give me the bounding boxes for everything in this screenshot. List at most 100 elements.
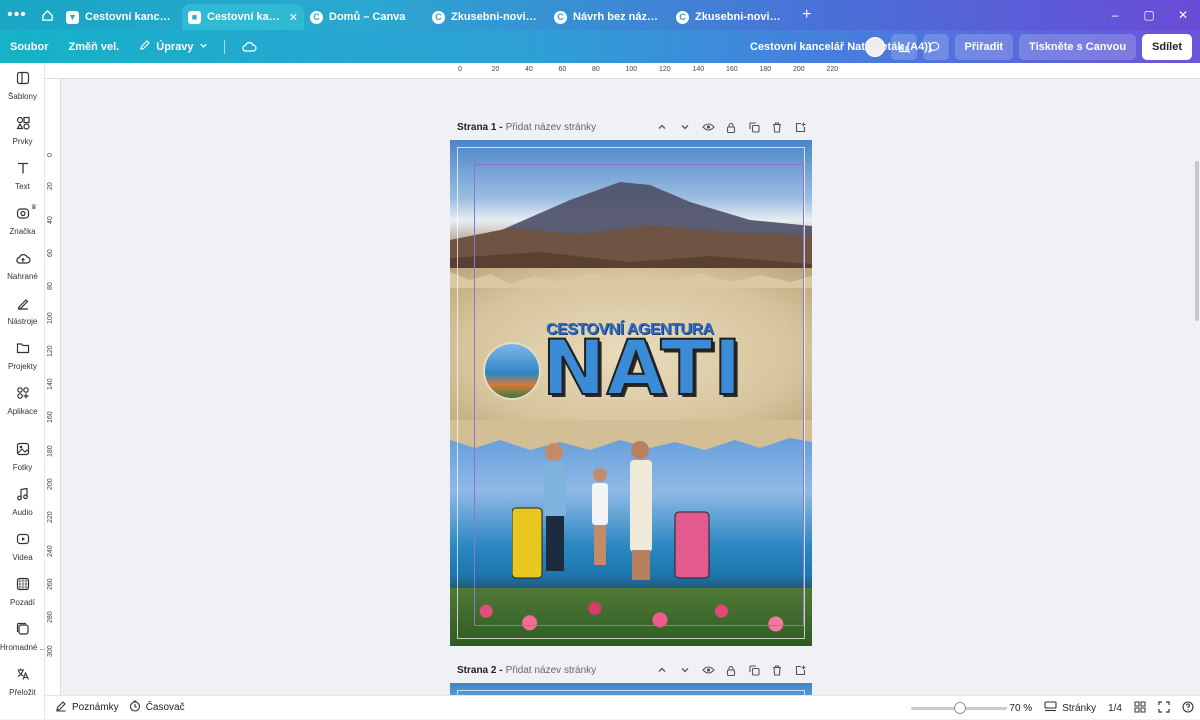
sidebar-item-videos[interactable]: Videa	[0, 524, 45, 569]
vertical-scrollbar[interactable]	[1194, 79, 1200, 695]
ruler-tick-label: 80	[592, 66, 600, 73]
tools-icon	[15, 295, 31, 311]
ruler-tick-label: 200	[793, 66, 805, 73]
ruler-tick-label: 180	[47, 445, 54, 457]
page-2-design[interactable]	[450, 683, 812, 695]
page-name-input[interactable]: Přidat název stránky	[506, 122, 597, 133]
ruler-tick-label: 160	[726, 66, 738, 73]
cloud-save-icon[interactable]	[231, 35, 267, 59]
brand-icon	[15, 205, 31, 221]
ruler-tick-label: 220	[826, 66, 839, 73]
zoom-level[interactable]: 70 %	[1009, 703, 1032, 714]
print-button[interactable]: Tiskněte s Canvou	[1019, 34, 1137, 60]
share-button[interactable]: Sdílet	[1142, 34, 1192, 60]
sidebar-item-background[interactable]: Pozadí	[0, 569, 45, 614]
assign-button[interactable]: Přiřadit	[954, 34, 1014, 60]
ruler-tick-label: 60	[47, 249, 54, 257]
duplicate-page-icon[interactable]	[747, 663, 761, 677]
sidebar-item-tools[interactable]: Nástroje	[0, 288, 45, 333]
ruler-tick-label: 40	[525, 66, 533, 73]
translate-icon	[15, 666, 31, 682]
left-sidebar: Šablony Prvky Text ♛ Značka Nahrané Nást…	[0, 63, 45, 719]
canva-favicon-icon: C	[310, 10, 323, 24]
scrollbar-thumb[interactable]	[1195, 161, 1199, 321]
browser-menu-icon[interactable]: •••	[0, 6, 34, 24]
notes-button[interactable]: Poznámky	[55, 700, 119, 715]
restore-button[interactable]: ▢	[1132, 0, 1166, 30]
ruler-tick-label: 140	[47, 378, 54, 391]
close-window-button[interactable]: ✕	[1166, 0, 1200, 30]
add-page-icon[interactable]	[793, 120, 807, 134]
sidebar-item-elements[interactable]: Prvky	[0, 108, 45, 153]
timer-button[interactable]: Časovač	[129, 700, 185, 715]
sidebar-item-templates[interactable]: Šablony	[0, 63, 45, 108]
ruler-tick-label: 280	[47, 611, 54, 624]
ruler-tick-label: 300	[47, 644, 54, 657]
bottom-right-group: 70 % Stránky 1/4	[1009, 696, 1194, 720]
avatar[interactable]	[864, 37, 885, 57]
sidebar-item-brand[interactable]: ♛ Značka	[0, 198, 45, 243]
page-1-header: Strana 1 - Přidat název stránky	[457, 117, 807, 137]
new-tab-button[interactable]: +	[802, 6, 811, 24]
timer-icon	[129, 700, 141, 715]
sidebar-item-photos[interactable]: Fotky	[0, 434, 45, 479]
page-tools	[655, 120, 807, 134]
delete-page-icon[interactable]	[770, 663, 784, 677]
home-icon[interactable]	[34, 4, 60, 26]
chevron-up-icon[interactable]	[655, 663, 669, 677]
grid-view-icon[interactable]	[1134, 701, 1146, 716]
chevron-down-icon	[199, 41, 208, 53]
browser-tab[interactable]: C Domů – Canva	[304, 4, 426, 30]
ruler-tick-label: 240	[47, 544, 54, 557]
fullscreen-icon[interactable]	[1158, 700, 1170, 716]
chevron-down-icon[interactable]	[678, 120, 692, 134]
lock-icon[interactable]	[724, 663, 738, 677]
text-icon	[15, 160, 31, 176]
browser-tab[interactable]: ▼ Cestovní kancelář N...	[60, 4, 182, 30]
hide-page-icon[interactable]	[701, 120, 715, 134]
projects-icon	[15, 340, 31, 356]
pages-button[interactable]: Stránky	[1044, 701, 1096, 715]
analytics-icon[interactable]	[890, 34, 917, 60]
close-tab-icon[interactable]: ✕	[289, 11, 298, 24]
sidebar-item-uploads[interactable]: Nahrané	[0, 243, 45, 288]
chevron-up-icon[interactable]	[655, 120, 669, 134]
browser-tab-active[interactable]: ■ Cestovní kancelář N... ✕	[182, 4, 304, 30]
browser-tab[interactable]: C Návrh bez názvu – ...	[548, 4, 670, 30]
ruler-tick-label: 20	[47, 182, 54, 191]
resize-button[interactable]: Změň vel.	[59, 35, 130, 59]
edits-menu-button[interactable]: Úpravy	[129, 35, 217, 59]
page-2-header: Strana 2 - Přidat název stránky	[457, 660, 807, 680]
add-page-icon[interactable]	[793, 663, 807, 677]
editor-canvas[interactable]: Strana 1 - Přidat název stránky CESTOVNÍ…	[61, 79, 1194, 695]
help-icon[interactable]	[1182, 700, 1194, 716]
shield-favicon-icon: ▼	[66, 10, 79, 24]
ruler-tick-label: 120	[659, 66, 671, 73]
comment-icon[interactable]	[922, 34, 949, 60]
apps-icon	[15, 385, 31, 401]
page-name-input[interactable]: Přidat název stránky	[506, 665, 597, 676]
chevron-down-icon[interactable]	[678, 663, 692, 677]
zoom-slider-handle[interactable]	[954, 702, 966, 714]
sidebar-item-audio[interactable]: Audio	[0, 479, 45, 524]
editor-toolbar: Soubor Změň vel. Úpravy Cestovní kancelá…	[0, 30, 1200, 63]
file-menu-button[interactable]: Soubor	[0, 35, 59, 59]
lock-icon[interactable]	[724, 120, 738, 134]
minimize-button[interactable]: –	[1098, 0, 1132, 30]
page-tools	[655, 663, 807, 677]
browser-tab[interactable]: C Zkusebni-noviny – ...	[426, 4, 548, 30]
page-1-design[interactable]: CESTOVNÍ AGENTURA NATI	[450, 140, 812, 646]
delete-page-icon[interactable]	[770, 120, 784, 134]
ruler-tick-label: 140	[692, 66, 705, 73]
sidebar-item-bulk-create[interactable]: Hromadné ...	[0, 614, 45, 659]
duplicate-page-icon[interactable]	[747, 120, 761, 134]
hide-page-icon[interactable]	[701, 663, 715, 677]
upload-icon	[15, 250, 31, 266]
browser-tab[interactable]: C Zkusebni-noviny.af...	[670, 4, 792, 30]
sidebar-item-translate[interactable]: Přeložit	[0, 659, 45, 704]
sidebar-item-projects[interactable]: Projekty	[0, 333, 45, 378]
sidebar-divider	[0, 423, 44, 434]
sidebar-item-apps[interactable]: Aplikace	[0, 378, 45, 423]
sidebar-item-text[interactable]: Text	[0, 153, 45, 198]
toolbar-divider	[223, 39, 225, 54]
